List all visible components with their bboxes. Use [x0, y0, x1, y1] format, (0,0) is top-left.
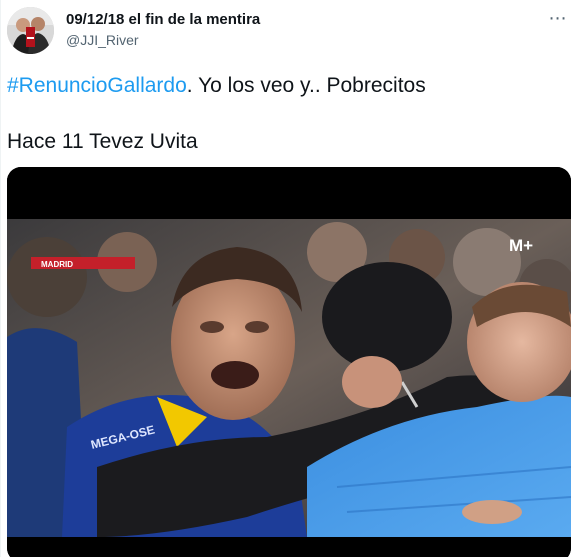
tweet-text-line-2: Hace 11 Tevez Uvita	[7, 130, 198, 153]
tweet-media-photo[interactable]: MADRID M+ MEGA-OSE	[7, 167, 571, 557]
hashtag-link[interactable]: #RenuncioGallardo	[7, 74, 187, 97]
more-options-icon[interactable]: ⋯	[548, 8, 568, 28]
user-avatar[interactable]	[7, 7, 54, 54]
channel-logo-text: M+	[509, 236, 533, 255]
display-name[interactable]: 09/12/18 el fin de la mentira	[66, 11, 260, 28]
user-handle[interactable]: @JJI_River	[66, 32, 139, 48]
avatar-image	[7, 7, 54, 54]
tweet-card[interactable]: 09/12/18 el fin de la mentira @JJI_River…	[0, 0, 588, 557]
tweet-text-rest: . Yo los veo y.. Pobrecitos	[186, 74, 426, 97]
media-image: MADRID M+ MEGA-OSE	[7, 167, 571, 557]
madrid-banner-text: MADRID	[41, 260, 73, 269]
tweet-text-line-1: #RenuncioGallardo. Yo los veo y.. Pobrec…	[7, 72, 426, 100]
